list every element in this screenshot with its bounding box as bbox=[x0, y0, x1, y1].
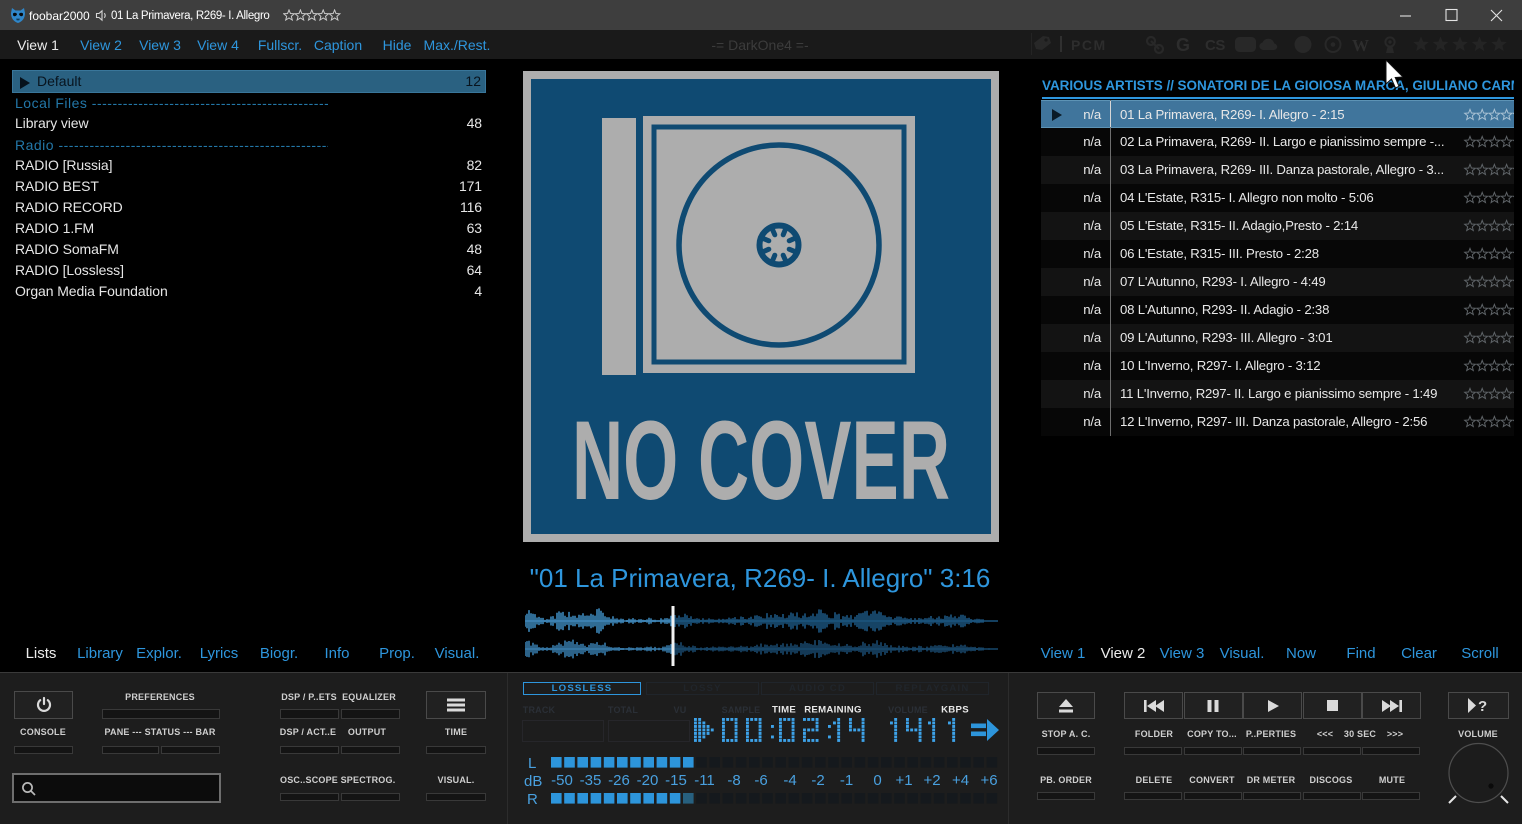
svg-text:CS: CS bbox=[1205, 37, 1225, 54]
svg-text:NO COVER: NO COVER bbox=[572, 398, 950, 523]
svg-text:?: ? bbox=[1478, 698, 1487, 713]
svg-text:G: G bbox=[1176, 35, 1190, 55]
svg-text:W: W bbox=[1352, 36, 1369, 55]
svg-text:PCM: PCM bbox=[1071, 37, 1107, 53]
